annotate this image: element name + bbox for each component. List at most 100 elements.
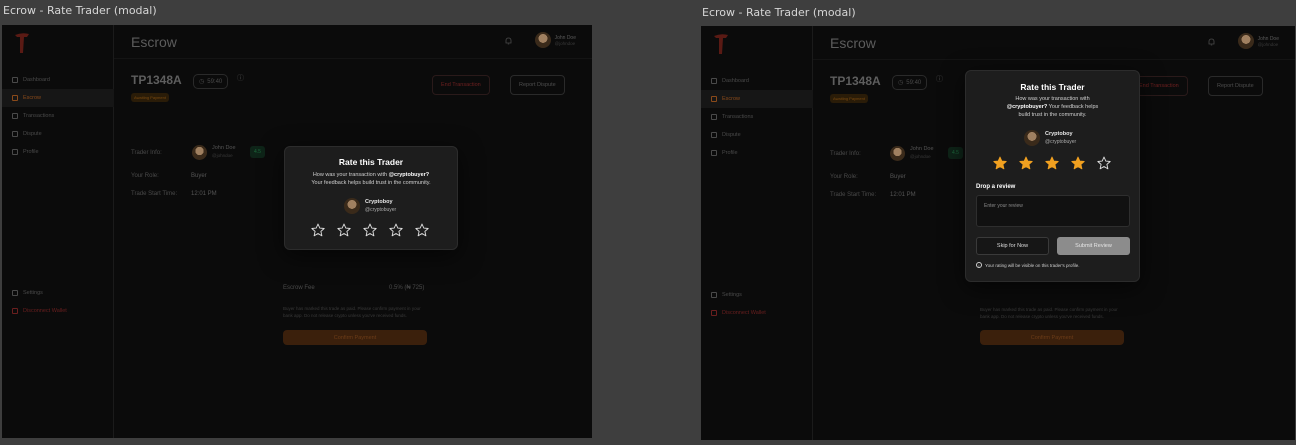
- info-icon[interactable]: ⓘ: [936, 74, 943, 84]
- star-filled-icon[interactable]: [1045, 156, 1059, 170]
- sidebar-item-transactions[interactable]: Transactions: [2, 107, 114, 125]
- subtitle-user: @cryptobuyer?: [1006, 103, 1048, 110]
- trader-info-label: Trader Info:: [131, 150, 162, 156]
- sidebar-item-dispute[interactable]: Dispute: [2, 125, 114, 143]
- trader-info-name: John Doe: [910, 146, 934, 152]
- sidebar-item-dispute[interactable]: Dispute: [701, 126, 813, 144]
- star-outline-icon[interactable]: [1097, 156, 1111, 170]
- countdown-timer: ◷ 59:40: [892, 75, 928, 90]
- submit-label: Submit Review: [1075, 243, 1112, 249]
- end-transaction-button[interactable]: End Transaction: [432, 75, 490, 95]
- star-outline-icon[interactable]: [415, 223, 429, 237]
- user-icon: [12, 149, 18, 155]
- logout-icon: [711, 310, 717, 316]
- star-filled-icon[interactable]: [1071, 156, 1085, 170]
- sidebar-item-label: Disconnect Wallet: [23, 308, 67, 314]
- sidebar-item-dashboard[interactable]: Dashboard: [2, 71, 114, 89]
- modal-title: Rate this Trader: [338, 157, 404, 167]
- sidebar-item-escrow[interactable]: Escrow: [2, 89, 114, 107]
- star-outline-icon[interactable]: [337, 223, 351, 237]
- trader-rating-badge: 4.5: [250, 146, 265, 158]
- user-handle: @johndoe: [1257, 41, 1279, 47]
- avatar: [344, 198, 360, 214]
- disconnect-wallet-button[interactable]: Disconnect Wallet: [701, 304, 813, 322]
- page-title: Escrow: [131, 34, 177, 50]
- sidebar-nav: Dashboard Escrow Transactions Dispute Pr…: [701, 72, 813, 162]
- sidebar-item-escrow[interactable]: Escrow: [701, 90, 813, 108]
- info-icon: i: [976, 262, 982, 268]
- sidebar-item-profile[interactable]: Profile: [2, 143, 114, 161]
- bell-icon[interactable]: [1208, 38, 1215, 46]
- confirm-payment-label: Confirm Payment: [1030, 334, 1074, 341]
- avatar: [1237, 33, 1254, 49]
- confirm-payment-button[interactable]: Confirm Payment: [980, 330, 1124, 345]
- report-dispute-label: Report Dispute: [1217, 83, 1254, 89]
- visibility-note: i Your rating will be visible on this tr…: [976, 262, 1080, 268]
- report-dispute-button[interactable]: Report Dispute: [510, 75, 565, 95]
- sidebar-item-transactions[interactable]: Transactions: [701, 108, 813, 126]
- rate-trader-modal: Rate this Trader How was your transactio…: [284, 146, 458, 250]
- sidebar-bottom: Settings Disconnect Wallet: [2, 284, 114, 320]
- role-label: Your Role:: [131, 173, 159, 179]
- sidebar-item-label: Escrow: [23, 95, 42, 101]
- clock-icon: ◷: [199, 79, 205, 85]
- rated-trader: Cryptoboy @cryptobuyer: [344, 198, 396, 214]
- star-outline-icon[interactable]: [389, 223, 403, 237]
- visibility-note-text: Your rating will be visible on this trad…: [985, 262, 1080, 268]
- trader-info-handle: @johndoe: [212, 153, 233, 158]
- star-rating: [993, 156, 1111, 170]
- report-dispute-label: Report Dispute: [519, 82, 556, 88]
- sidebar-item-settings[interactable]: Settings: [2, 284, 114, 302]
- avatar: [192, 145, 207, 160]
- escrow-fee-value: 0.5% (₦ 725): [389, 285, 425, 291]
- star-outline-icon[interactable]: [311, 223, 325, 237]
- sidebar-bottom: Settings Disconnect Wallet: [701, 286, 813, 322]
- header: Escrow John Doe @johndoe: [114, 25, 592, 59]
- sidebar-item-dashboard[interactable]: Dashboard: [701, 72, 813, 90]
- sidebar-item-profile[interactable]: Profile: [701, 144, 813, 162]
- trader-info-name: John Doe: [212, 145, 236, 151]
- timer-value: 59:40: [207, 78, 223, 85]
- submit-review-button[interactable]: Submit Review: [1057, 237, 1130, 255]
- star-filled-icon[interactable]: [993, 156, 1007, 170]
- user-icon: [711, 150, 717, 156]
- status-badge: Awaiting Payment: [830, 94, 868, 103]
- user-menu[interactable]: John Doe @johndoe: [534, 32, 576, 48]
- subtitle-prefix: How was your transaction with: [1015, 96, 1090, 102]
- review-textarea[interactable]: Enter your review: [976, 195, 1130, 227]
- modal-subtitle: How was your transaction with @cryptobuy…: [966, 96, 1139, 120]
- sidebar-item-settings[interactable]: Settings: [701, 286, 813, 304]
- role-label: Your Role:: [830, 174, 858, 180]
- sidebar-item-label: Dispute: [722, 132, 741, 138]
- disconnect-wallet-button[interactable]: Disconnect Wallet: [2, 302, 114, 320]
- grid-icon: [12, 77, 18, 83]
- user-name: John Doe: [554, 34, 576, 41]
- start-time-value: 12:01 PM: [191, 191, 217, 197]
- user-menu[interactable]: John Doe @johndoe: [1237, 33, 1279, 49]
- trader-info-label: Trader Info:: [830, 151, 861, 157]
- rated-trader-name: Cryptoboy: [365, 199, 393, 206]
- frame-label: Ecrow - Rate Trader (modal): [3, 4, 157, 17]
- escrow-fee-label: Escrow Fee: [283, 285, 315, 291]
- avatar: [890, 146, 905, 161]
- info-icon[interactable]: ⓘ: [237, 73, 244, 83]
- status-badge: Awaiting Payment: [131, 93, 169, 102]
- bell-icon[interactable]: [505, 37, 512, 45]
- star-outline-icon[interactable]: [363, 223, 377, 237]
- sidebar-item-label: Settings: [23, 290, 43, 296]
- confirm-payment-button[interactable]: Confirm Payment: [283, 330, 427, 345]
- subtitle-prefix: How was your transaction with: [312, 172, 388, 178]
- skip-label: Skip for Now: [996, 243, 1029, 249]
- transaction-id: TP1348A: [131, 73, 182, 87]
- lock-icon: [12, 95, 18, 101]
- skip-for-now-button[interactable]: Skip for Now: [976, 237, 1049, 255]
- sidebar-item-label: Escrow: [722, 96, 741, 102]
- lock-icon: [711, 96, 717, 102]
- star-filled-icon[interactable]: [1019, 156, 1033, 170]
- app-logo-icon: [15, 33, 29, 53]
- user-name: John Doe: [1257, 35, 1279, 42]
- timer-value: 59:40: [906, 79, 922, 86]
- end-transaction-label: End Transaction: [1139, 83, 1179, 89]
- report-dispute-button[interactable]: Report Dispute: [1208, 76, 1263, 96]
- avatar: [1024, 130, 1040, 146]
